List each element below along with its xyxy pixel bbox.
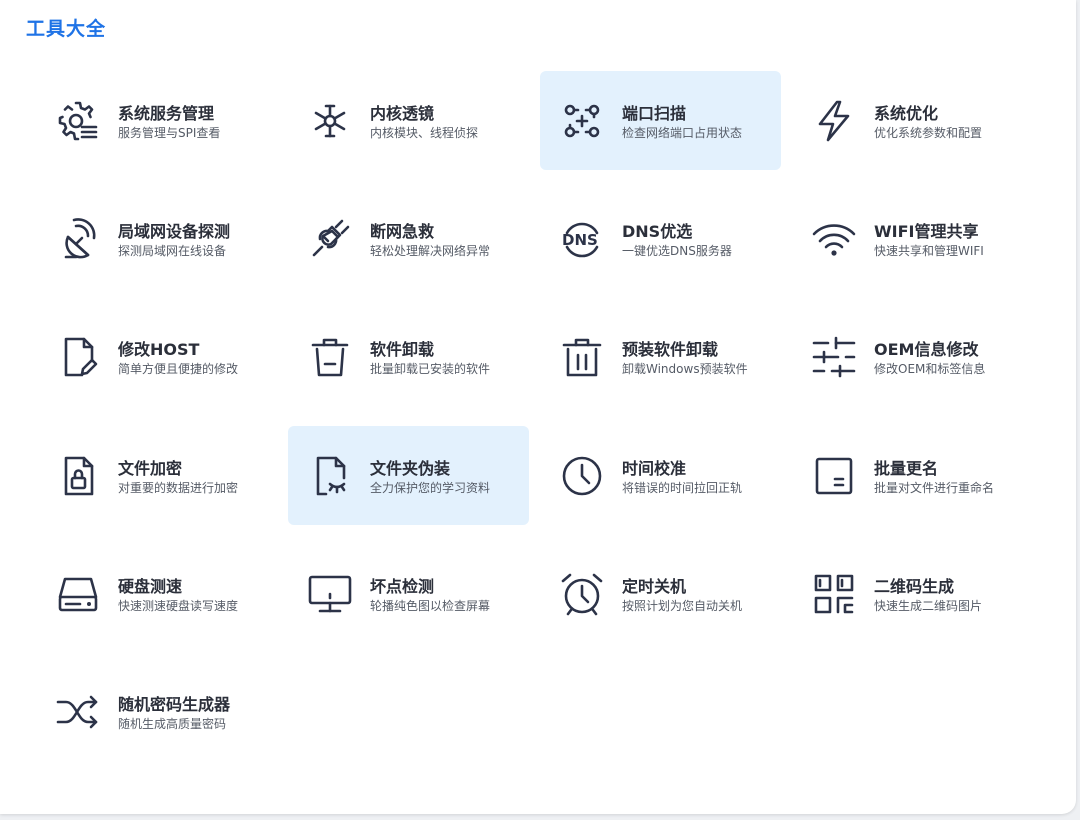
- tool-name: 系统服务管理: [118, 104, 215, 123]
- qr-code-icon: [810, 570, 858, 618]
- tool-desc: 批量卸载已安装的软件: [370, 362, 491, 376]
- tools-panel: 工具大全 系统服务管理 服务管理与SPI查看 内核透镜 内核模块、线程侦探 端口…: [0, 0, 1076, 814]
- tool-name: 定时关机: [622, 577, 687, 596]
- tool-dead-pixel[interactable]: 坏点检测 轮播纯色图以检查屏幕: [288, 544, 529, 643]
- tool-dns-select[interactable]: DNS DNS优选 一键优选DNS服务器: [540, 189, 781, 288]
- tool-desc: 对重要的数据进行加密: [118, 481, 239, 495]
- dns-icon: DNS: [558, 215, 606, 263]
- tool-qrcode[interactable]: 二维码生成 快速生成二维码图片: [792, 544, 1033, 643]
- tool-time-sync[interactable]: 时间校准 将错误的时间拉回正轨: [540, 426, 781, 525]
- tool-desc: 卸载Windows预装软件: [622, 362, 748, 376]
- tool-name: 硬盘测速: [118, 577, 183, 596]
- tool-desc: 批量对文件进行重命名: [874, 481, 995, 495]
- tool-name: 内核透镜: [370, 104, 435, 123]
- tool-oem-modify[interactable]: OEM信息修改 修改OEM和标签信息: [792, 307, 1033, 406]
- tool-desc: 探测局域网在线设备: [118, 244, 227, 258]
- tool-name: 断网急救: [370, 222, 435, 241]
- tool-desc: 快速共享和管理WIFI: [874, 244, 984, 258]
- tool-preinstalled-uninstall[interactable]: 预装软件卸载 卸载Windows预装软件: [540, 307, 781, 406]
- file-edit-icon: [54, 333, 102, 381]
- tool-desc: 简单方便且便捷的修改: [118, 362, 239, 376]
- rename-icon: [810, 452, 858, 500]
- tool-lan-detect[interactable]: 局域网设备探测 探测局域网在线设备: [36, 189, 277, 288]
- monitor-icon: [306, 570, 354, 618]
- file-hidden-icon: [306, 452, 354, 500]
- section-title: 工具大全: [26, 18, 107, 40]
- tool-desc: 快速测速硬盘读写速度: [118, 599, 239, 613]
- tool-name: DNS优选: [622, 222, 693, 241]
- tool-name: 预装软件卸载: [622, 340, 719, 359]
- tool-name: 时间校准: [622, 459, 687, 478]
- tool-disk-speed[interactable]: 硬盘测速 快速测速硬盘读写速度: [36, 544, 277, 643]
- svg-text:DNS: DNS: [562, 231, 598, 249]
- tool-desc: 快速生成二维码图片: [874, 599, 983, 613]
- tool-name: 批量更名: [874, 459, 939, 478]
- tool-desc: 随机生成高质量密码: [118, 717, 227, 731]
- tool-name: 局域网设备探测: [118, 222, 231, 241]
- tool-desc: 内核模块、线程侦探: [370, 126, 479, 140]
- tool-desc: 一键优选DNS服务器: [622, 244, 732, 258]
- clock-icon: [558, 452, 606, 500]
- plug-icon: [306, 215, 354, 263]
- tool-name: 软件卸载: [370, 340, 435, 359]
- tool-desc: 轮播纯色图以检查屏幕: [370, 599, 491, 613]
- tool-name: 文件夹伪装: [370, 459, 451, 478]
- tool-desc: 将错误的时间拉回正轨: [622, 481, 743, 495]
- tool-file-encrypt[interactable]: 文件加密 对重要的数据进行加密: [36, 426, 277, 525]
- gear-list-icon: [54, 97, 102, 145]
- tool-name: 二维码生成: [874, 577, 955, 596]
- tool-kernel-lens[interactable]: 内核透镜 内核模块、线程侦探: [288, 71, 529, 170]
- tool-desc: 全力保护您的学习资料: [370, 481, 491, 495]
- tool-system-optimize[interactable]: 系统优化 优化系统参数和配置: [792, 71, 1033, 170]
- trash-icon: [306, 333, 354, 381]
- tool-wifi-share[interactable]: WIFI管理共享 快速共享和管理WIFI: [792, 189, 1033, 288]
- tool-name: 随机密码生成器: [118, 695, 231, 714]
- tool-batch-rename[interactable]: 批量更名 批量对文件进行重命名: [792, 426, 1033, 525]
- tool-name: 坏点检测: [370, 577, 435, 596]
- tool-desc: 检查网络端口占用状态: [622, 126, 743, 140]
- tool-desc: 轻松处理解决网络异常: [370, 244, 491, 258]
- tool-name: 端口扫描: [622, 104, 687, 123]
- network-hub-icon: [306, 97, 354, 145]
- tool-desc: 服务管理与SPI查看: [118, 126, 221, 140]
- tool-desc: 修改OEM和标签信息: [874, 362, 986, 376]
- tool-name: 修改HOST: [118, 340, 200, 359]
- sliders-icon: [810, 333, 858, 381]
- file-lock-icon: [54, 452, 102, 500]
- port-scan-icon: [558, 97, 606, 145]
- hard-drive-icon: [54, 570, 102, 618]
- alarm-clock-icon: [558, 570, 606, 618]
- tool-port-scan[interactable]: 端口扫描 检查网络端口占用状态: [540, 71, 781, 170]
- tool-desc: 优化系统参数和配置: [874, 126, 983, 140]
- wifi-icon: [810, 215, 858, 263]
- tool-name: WIFI管理共享: [874, 222, 979, 241]
- tool-network-rescue[interactable]: 断网急救 轻松处理解决网络异常: [288, 189, 529, 288]
- tool-name: OEM信息修改: [874, 340, 979, 359]
- tool-name: 文件加密: [118, 459, 183, 478]
- satellite-dish-icon: [54, 215, 102, 263]
- tool-uninstall[interactable]: 软件卸载 批量卸载已安装的软件: [288, 307, 529, 406]
- tool-system-service[interactable]: 系统服务管理 服务管理与SPI查看: [36, 71, 277, 170]
- tool-name: 系统优化: [874, 104, 939, 123]
- tool-folder-disguise[interactable]: 文件夹伪装 全力保护您的学习资料: [288, 426, 529, 525]
- lightning-icon: [810, 97, 858, 145]
- tool-desc: 按照计划为您自动关机: [622, 599, 743, 613]
- shuffle-icon: [54, 688, 102, 736]
- tool-scheduled-shutdown[interactable]: 定时关机 按照计划为您自动关机: [540, 544, 781, 643]
- trash-lines-icon: [558, 333, 606, 381]
- tool-modify-host[interactable]: 修改HOST 简单方便且便捷的修改: [36, 307, 277, 406]
- tool-random-password[interactable]: 随机密码生成器 随机生成高质量密码: [36, 662, 277, 761]
